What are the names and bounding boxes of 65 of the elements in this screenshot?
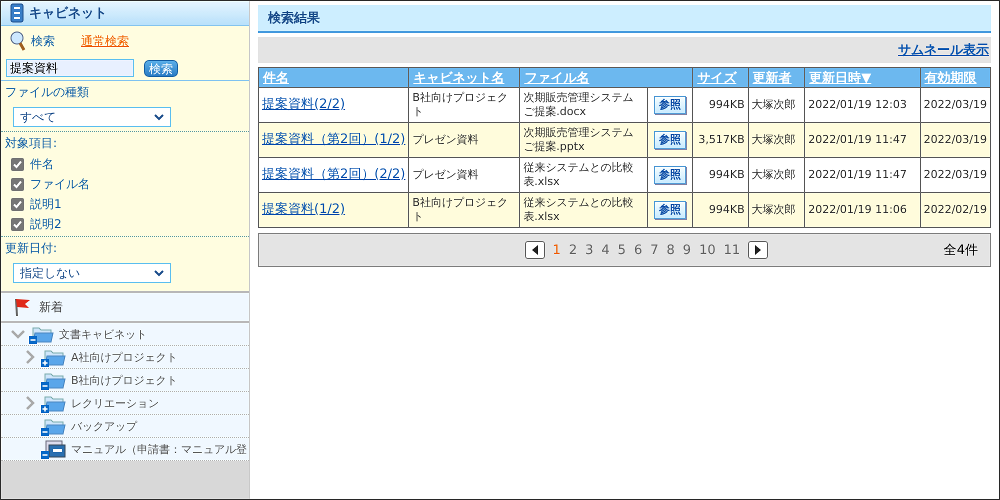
results-title: 検索結果 [258,5,991,33]
tree-item-label[interactable]: 文書キャビネット [59,326,147,342]
table-cell: プレゼン資料 [408,122,520,158]
left-triangle-icon [532,245,538,255]
checkbox[interactable] [11,218,24,230]
table-cell: 2022/02/19 [920,192,990,228]
view-button[interactable]: 参照 [654,201,686,219]
checkbox-label: 説明2 [30,216,62,232]
new-items-row[interactable]: 新着 [1,291,249,323]
table-cell: 2022/01/19 11:47 [804,122,920,158]
updated-date-select[interactable]: 指定しない [13,263,171,283]
thumbnail-view-link[interactable]: サムネール表示 [898,41,989,59]
view-button[interactable]: 参照 [654,166,686,184]
checkbox[interactable] [11,178,24,190]
table-cell: 2022/01/19 11:06 [804,192,920,228]
tree-item-label[interactable]: A社向けプロジェクト [71,350,178,364]
table-cell: 大塚次郎 [748,192,805,228]
file-type-select[interactable]: すべて [13,107,171,127]
checkbox-label: 説明1 [30,196,62,212]
table-cell: B社向けプロジェクト [408,192,520,228]
file-type-label: ファイルの種類 [5,84,90,101]
page-number[interactable]: 10 [699,242,716,258]
search-button[interactable]: 検索 [144,60,178,76]
table-cell: 3,517KB [692,122,748,158]
table-cell: 2022/03/19 [920,122,990,158]
tree-item-label[interactable]: B社向けプロジェクト [71,372,178,388]
table-cell: 次期販売管理システムご提案.pptx [520,122,648,158]
search-label: 検索 [31,32,55,50]
tree-item-label[interactable]: レクリエーション [71,396,159,410]
next-page-button[interactable] [748,241,768,259]
page-number[interactable]: 2 [568,242,578,258]
tree-item-label[interactable]: バックアップ [71,418,137,434]
table-cell: 従来システムとの比較表.xlsx [520,192,648,228]
checkbox-label: 件名 [30,156,54,172]
search-field[interactable]: 提案資料 [6,59,134,77]
shortcut-folder-icon [41,438,67,460]
target-fields-label: 対象項目: [5,135,58,152]
normal-search-link[interactable]: 通常検索 [81,32,129,50]
right-triangle-icon [755,245,762,255]
tree-item-label[interactable]: マニュアル（申請書：マニュアル登 [71,442,247,456]
total-count: 全4件 [944,242,978,259]
table-cell: 994KB [692,192,748,228]
chevron-down-icon [154,114,164,120]
page-number[interactable]: 11 [724,242,740,258]
page-number[interactable]: 3 [585,242,594,258]
checkbox[interactable] [11,158,24,170]
page-number[interactable]: 1 [552,242,561,258]
sidebar-title: キャビネット [29,5,107,22]
flag-icon [13,297,31,317]
page-number[interactable]: 4 [601,242,610,258]
checkbox-label: ファイル名 [30,176,90,192]
page-number[interactable]: 5 [618,242,626,258]
chevron-down-icon [154,270,164,276]
page-number[interactable]: 6 [634,242,642,258]
page-number[interactable]: 7 [650,242,659,258]
view-button[interactable]: 参照 [654,96,686,114]
cabinet-icon [9,3,25,23]
view-button[interactable]: 参照 [654,131,686,149]
checkbox[interactable] [11,198,24,210]
search-icon [9,30,27,52]
previous-page-button[interactable] [524,241,545,259]
updated-date-label: 更新日付: [5,240,58,257]
page-number[interactable]: 8 [666,242,675,258]
table-cell: 大塚次郎 [748,122,805,158]
page-number[interactable]: 9 [682,242,692,258]
